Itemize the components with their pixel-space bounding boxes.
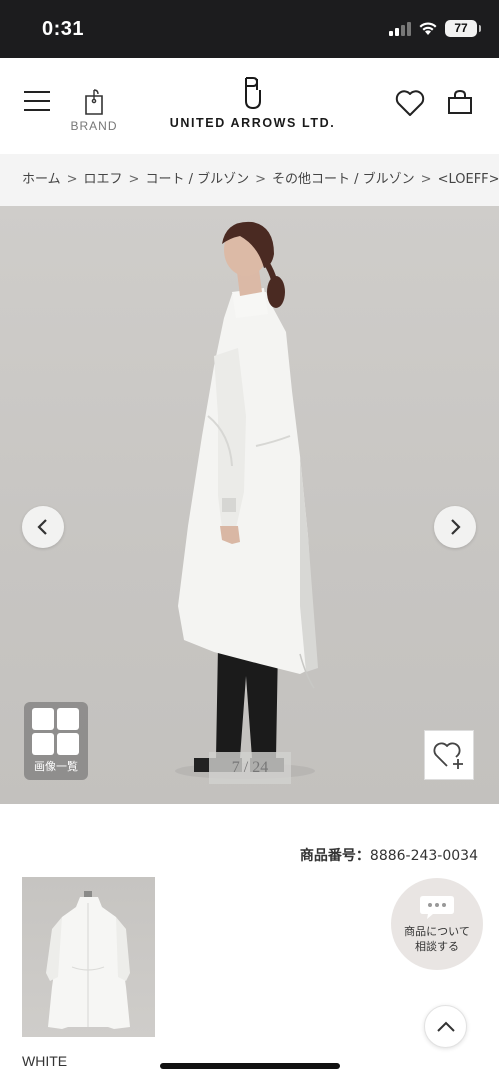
shopping-bag-icon	[448, 89, 472, 114]
next-image-button[interactable]	[434, 506, 476, 548]
image-list-label: 画像一覧	[34, 760, 78, 773]
ua-monogram-logo	[244, 77, 261, 110]
product-number: 商品番号：8886-243-0034	[300, 845, 478, 865]
breadcrumb-item-subcategory[interactable]: その他コート / ブルゾン	[272, 154, 415, 206]
cart-button[interactable]	[446, 89, 474, 119]
back-to-top-button[interactable]	[424, 1005, 467, 1048]
grid-icon	[32, 708, 80, 756]
color-name: WHITE	[22, 1053, 68, 1069]
logo-text: UNITED ARROWS LTD.	[169, 116, 336, 130]
favorites-button[interactable]	[395, 89, 425, 121]
breadcrumb-item-brand[interactable]: ロエフ	[84, 154, 123, 206]
chevron-left-icon	[37, 519, 47, 535]
image-counter: 7 / 24	[209, 752, 291, 784]
previous-image-button[interactable]	[22, 506, 64, 548]
heart-plus-icon	[433, 742, 463, 769]
menu-line	[24, 91, 50, 93]
image-list-button[interactable]: 画像一覧	[24, 702, 88, 780]
menu-line	[24, 100, 50, 102]
color-thumbnail[interactable]	[22, 877, 155, 1037]
consult-label-line1: 商品について	[404, 925, 470, 938]
menu-line	[24, 109, 50, 111]
brand-label: BRAND	[70, 119, 118, 133]
status-icons: 77	[389, 20, 481, 37]
consult-label-line2: 相談する	[415, 940, 459, 953]
hamburger-menu-button[interactable]	[24, 91, 50, 113]
battery-icon: 77	[445, 20, 481, 37]
breadcrumb-separator: >	[255, 172, 267, 187]
breadcrumb: ホーム > ロエフ > コート / ブルゾン > その他コート / ブルゾン > <LOEFF>	[0, 154, 499, 206]
product-number-label: 商品番号：	[299, 848, 370, 864]
add-to-wishlist-button[interactable]	[424, 730, 474, 780]
status-bar: 0:31 77	[0, 0, 499, 58]
consult-label: 商品について 相談する	[391, 924, 483, 954]
site-logo[interactable]: UNITED ARROWS LTD.	[160, 76, 345, 130]
color-thumbnail-image	[46, 891, 130, 1029]
site-header: BRAND UNITED ARROWS LTD.	[0, 58, 499, 154]
chevron-right-icon	[451, 519, 461, 535]
signal-icon	[389, 21, 411, 36]
breadcrumb-separator: >	[128, 172, 140, 187]
product-number-value: 8886-243-0034	[369, 848, 478, 864]
chat-bubble-icon	[420, 896, 454, 919]
brand-tag-icon	[85, 89, 103, 115]
wifi-icon	[419, 22, 437, 35]
breadcrumb-item-current: <LOEFF>	[437, 172, 499, 187]
breadcrumb-separator: >	[420, 172, 432, 187]
home-indicator[interactable]	[160, 1063, 340, 1069]
status-time: 0:31	[42, 18, 85, 40]
chevron-up-icon	[436, 1021, 455, 1032]
heart-icon	[395, 90, 425, 116]
breadcrumb-item-home[interactable]: ホーム	[22, 154, 61, 206]
breadcrumb-item-category[interactable]: コート / ブルゾン	[145, 154, 249, 206]
brand-button[interactable]: BRAND	[64, 88, 124, 140]
product-image-carousel[interactable]: 画像一覧 7 / 24	[0, 206, 499, 804]
breadcrumb-separator: >	[66, 172, 78, 187]
consult-button[interactable]: 商品について 相談する	[391, 878, 483, 970]
